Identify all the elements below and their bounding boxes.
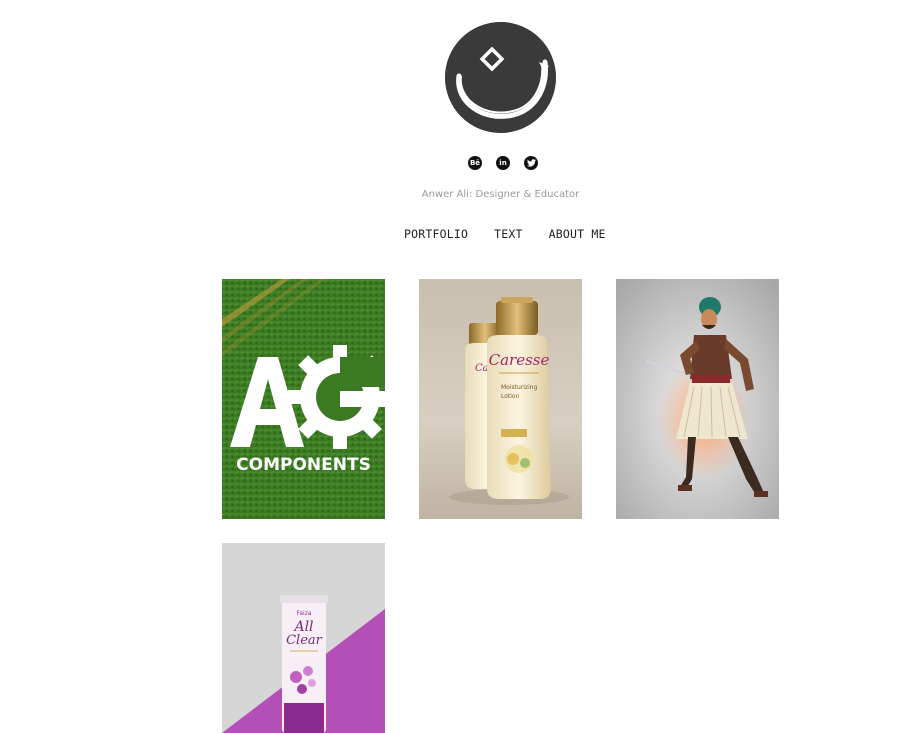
svg-text:Lotion: Lotion (501, 393, 520, 400)
nav-text[interactable]: TEXT (494, 227, 523, 241)
avatar-logo[interactable] (445, 22, 556, 133)
main-nav: PORTFOLIO TEXT ABOUT ME (404, 227, 606, 241)
svg-text:Faiza: Faiza (296, 610, 311, 617)
caresse-brand: Caresse (489, 351, 550, 369)
site-tagline: Anwer Ali: Designer & Educator (421, 189, 580, 200)
linkedin-icon[interactable]: in (496, 156, 510, 170)
nav-about-me[interactable]: ABOUT ME (549, 227, 606, 241)
behance-icon[interactable]: Bē (468, 156, 482, 170)
nav-portfolio[interactable]: PORTFOLIO (404, 227, 468, 241)
project-tile-warrior[interactable] (616, 279, 779, 519)
svg-text:Moisturizing: Moisturizing (501, 384, 538, 391)
project-tile-ag-components[interactable]: COMPONENTS (222, 279, 385, 519)
project-tile-all-clear[interactable]: Faiza All Clear (222, 543, 385, 733)
all-clear-brand-line-2: Clear (286, 633, 323, 648)
ag-components-wordmark: COMPONENTS (236, 455, 371, 475)
social-links: Bē in (468, 156, 538, 170)
twitter-icon[interactable] (524, 156, 538, 170)
project-tile-caresse[interactable]: Car Caresse Moisturizing Lotion (419, 279, 582, 519)
